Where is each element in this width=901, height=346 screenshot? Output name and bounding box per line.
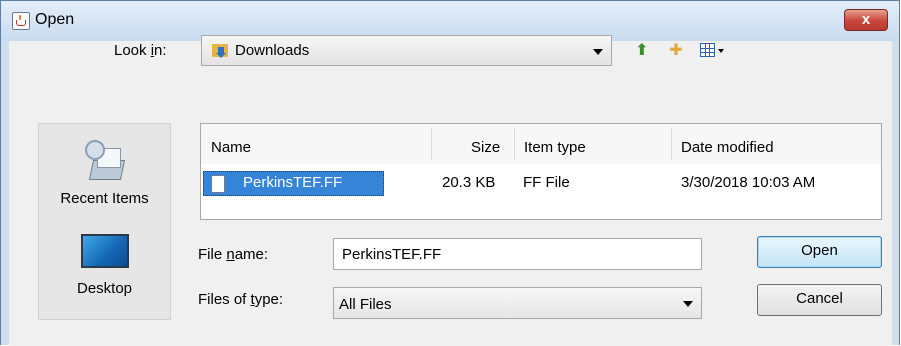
column-header-name[interactable]: Name bbox=[211, 139, 251, 156]
place-label: Recent Items bbox=[60, 190, 149, 207]
dialog-title: Open bbox=[35, 11, 75, 28]
close-icon: x bbox=[861, 11, 871, 28]
file-list[interactable]: Name Size Item type Date modified Perkin… bbox=[200, 123, 882, 220]
file-name-cell: PerkinsTEF.FF bbox=[243, 174, 343, 191]
view-menu-icon[interactable] bbox=[699, 41, 727, 61]
column-divider[interactable] bbox=[431, 128, 432, 160]
look-in-combobox[interactable]: Downloads bbox=[201, 35, 612, 66]
recent-items-icon bbox=[81, 138, 129, 180]
up-folder-icon[interactable]: ⬆ bbox=[631, 41, 653, 61]
chevron-down-icon bbox=[683, 301, 693, 307]
selected-file[interactable]: PerkinsTEF.FF bbox=[203, 171, 384, 196]
files-of-type-label: Files of type: bbox=[198, 291, 284, 308]
column-header-size[interactable]: Size bbox=[471, 139, 500, 156]
places-bar: Recent Items Desktop bbox=[38, 123, 171, 320]
chevron-down-icon bbox=[593, 49, 603, 55]
close-button[interactable]: x bbox=[844, 9, 888, 31]
column-divider[interactable] bbox=[671, 128, 672, 160]
downloads-folder-icon bbox=[212, 42, 230, 58]
cancel-button[interactable]: Cancel bbox=[757, 284, 882, 316]
look-in-label: Look in: bbox=[114, 42, 167, 59]
place-desktop[interactable]: Desktop bbox=[39, 228, 170, 318]
file-icon bbox=[211, 175, 225, 193]
file-name-label: File name: bbox=[198, 246, 269, 263]
column-header-item-type[interactable]: Item type bbox=[524, 139, 586, 156]
files-of-type-value: All Files bbox=[339, 296, 392, 313]
column-headers: Name Size Item type Date modified bbox=[201, 124, 881, 164]
files-of-type-combobox[interactable]: All Files bbox=[333, 287, 702, 319]
open-button[interactable]: Open bbox=[757, 236, 882, 268]
place-recent-items[interactable]: Recent Items bbox=[39, 138, 170, 228]
new-folder-icon[interactable]: ✚ bbox=[665, 41, 687, 61]
open-dialog: Open x Look in: Downloads ⬆ ✚ Recent Ite… bbox=[0, 0, 900, 346]
desktop-icon bbox=[80, 228, 129, 270]
place-label: Desktop bbox=[76, 280, 133, 297]
column-header-date-modified[interactable]: Date modified bbox=[681, 139, 774, 156]
file-size-cell: 20.3 KB bbox=[442, 174, 496, 191]
file-name-input[interactable] bbox=[333, 238, 702, 270]
java-cup-icon bbox=[12, 12, 30, 30]
column-divider[interactable] bbox=[514, 128, 515, 160]
look-in-value: Downloads bbox=[235, 42, 310, 59]
file-row[interactable]: PerkinsTEF.FF 20.3 KB FF File 3/30/2018 … bbox=[201, 168, 881, 198]
file-date-cell: 3/30/2018 10:03 AM bbox=[681, 174, 816, 191]
file-type-cell: FF File bbox=[523, 174, 570, 191]
